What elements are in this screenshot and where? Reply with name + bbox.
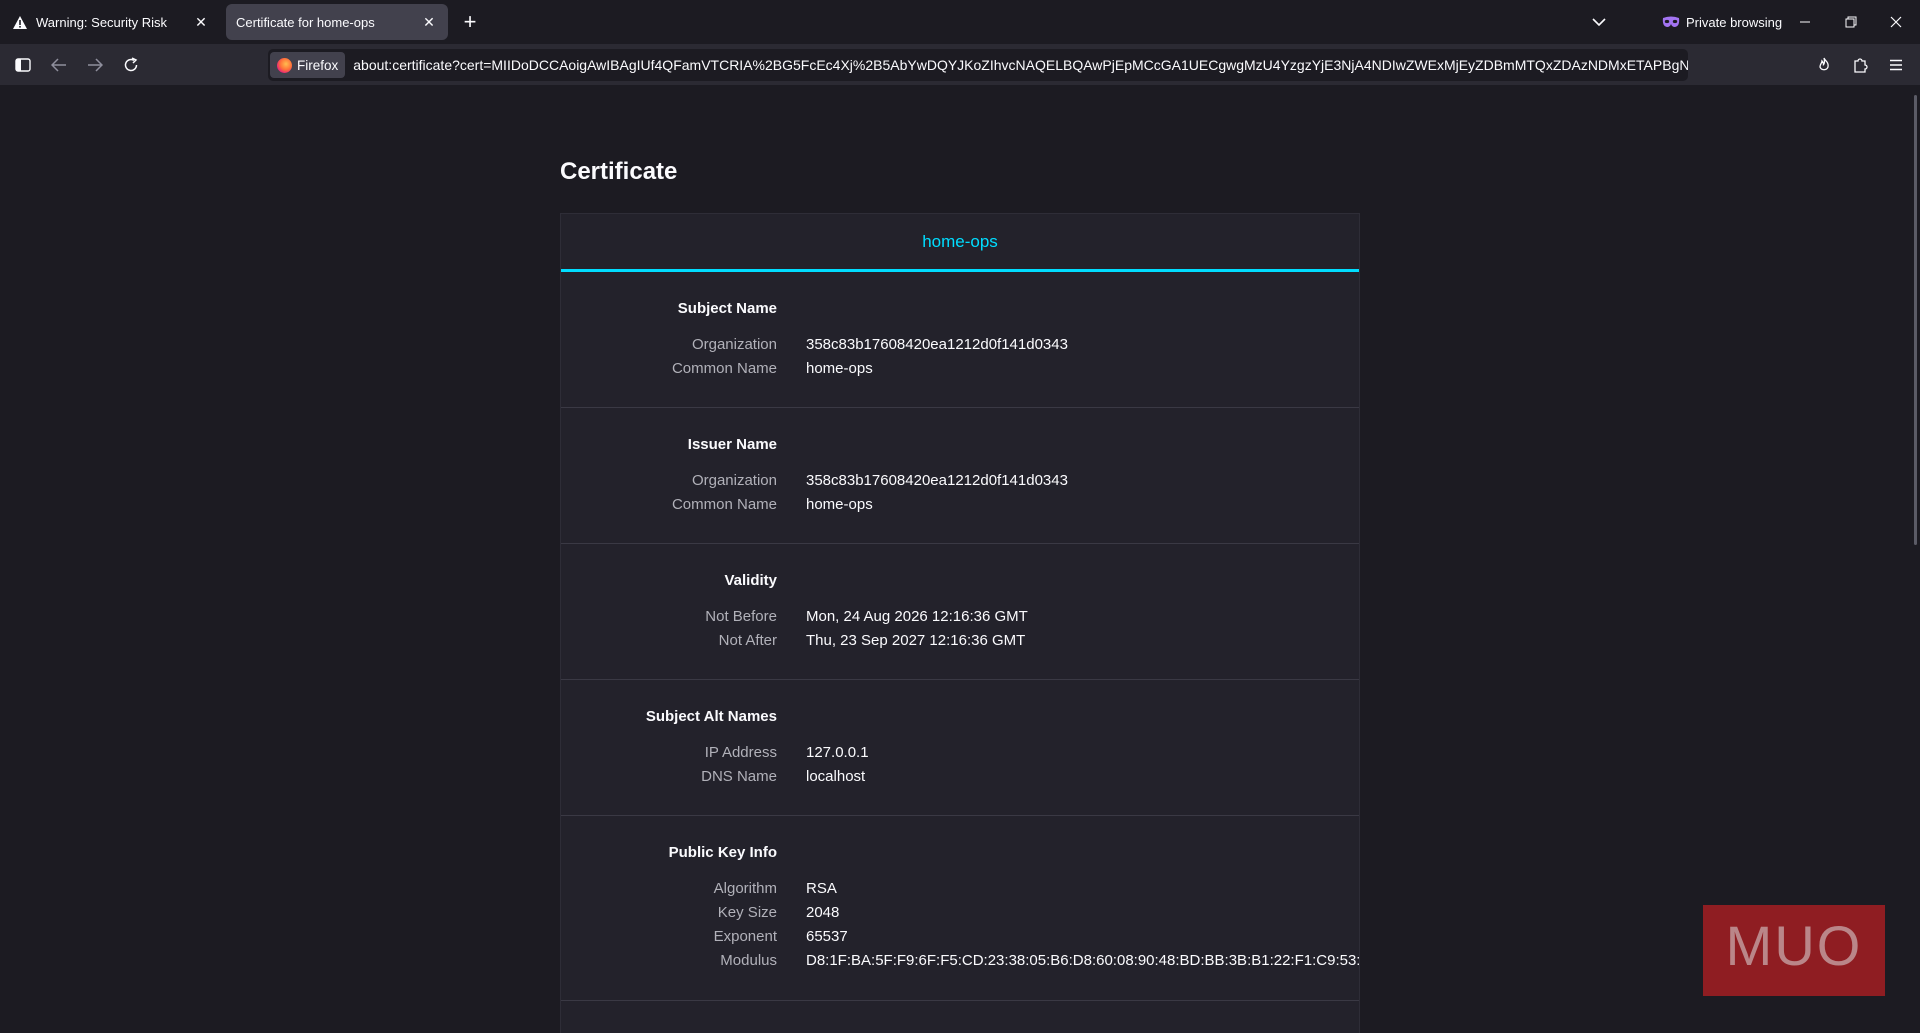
app-menu-button[interactable]	[1881, 50, 1911, 80]
back-arrow-icon	[51, 58, 66, 72]
forward-arrow-icon	[88, 58, 103, 72]
info-row: DNS Name localhost	[561, 768, 1359, 792]
row-key: Organization	[691, 472, 777, 489]
identity-box[interactable]: Firefox	[270, 52, 346, 78]
row-value: D8:1F:BA:5F:F9:6F:F5:CD:23:38:05:B6:D8:6…	[806, 952, 1360, 969]
info-row: Not After Thu, 23 Sep 2027 12:16:36 GMT	[561, 632, 1359, 656]
row-key: Exponent	[713, 928, 777, 945]
row-value: RSA	[806, 880, 837, 897]
section-subject-alt-names: Subject Alt Names IP Address 127.0.0.1 D…	[561, 680, 1359, 816]
certificate-card: home-ops Subject Name Organization 358c8…	[560, 213, 1360, 1033]
info-row: Key Size 2048	[561, 904, 1359, 928]
info-row: Algorithm RSA	[561, 880, 1359, 904]
info-row: Not Before Mon, 24 Aug 2026 12:16:36 GMT	[561, 608, 1359, 632]
row-value: 358c83b17608420ea1212d0f141d0343	[806, 472, 1068, 489]
section-title: Issuer Name	[687, 436, 777, 453]
forward-button[interactable]	[80, 50, 110, 80]
info-row: Modulus D8:1F:BA:5F:F9:6F:F5:CD:23:38:05…	[561, 952, 1360, 976]
flame-icon	[1819, 57, 1829, 71]
url-bar[interactable]: Firefox about:certificate?cert=MIIDoDCCA…	[268, 49, 1688, 81]
sidebar-icon	[15, 58, 31, 72]
page-scrollbar[interactable]	[1914, 95, 1917, 545]
info-row: Organization 358c83b17608420ea1212d0f141…	[561, 336, 1359, 360]
new-tab-button[interactable]: +	[458, 9, 482, 34]
page-title: Certificate	[560, 158, 678, 185]
minimize-icon	[1800, 21, 1810, 23]
row-key: Organization	[691, 336, 777, 353]
row-key: Not Before	[705, 608, 777, 625]
minimize-button[interactable]	[1791, 8, 1819, 36]
info-row: Common Name home-ops	[561, 496, 1359, 520]
row-key: IP Address	[704, 744, 777, 761]
row-key: Not After	[718, 632, 777, 649]
close-window-button[interactable]	[1882, 8, 1910, 36]
tab-label: Certificate for home-ops	[236, 14, 375, 30]
row-value: 2048	[806, 904, 840, 921]
reload-icon	[124, 57, 138, 72]
info-row: Common Name home-ops	[561, 360, 1359, 384]
private-browsing-indicator: Private browsing	[1662, 12, 1782, 32]
close-tab-icon[interactable]: ✕	[192, 13, 210, 31]
navigation-toolbar: Firefox about:certificate?cert=MIIDoDCCA…	[0, 44, 1920, 85]
restore-button[interactable]	[1837, 8, 1865, 36]
warning-icon	[12, 14, 28, 30]
info-row: IP Address 127.0.0.1	[561, 744, 1359, 768]
watermark-text: MUO	[1725, 914, 1863, 977]
restore-icon	[1845, 16, 1857, 28]
close-icon	[1890, 16, 1902, 28]
url-text[interactable]: about:certificate?cert=MIIDoDCCAoigAwIBA…	[353, 57, 1688, 73]
section-title: Validity	[724, 572, 777, 589]
row-value: localhost	[806, 768, 866, 785]
back-button[interactable]	[44, 50, 74, 80]
row-key: Common Name	[671, 496, 777, 513]
section-subject-name: Subject Name Organization 358c83b1760842…	[561, 272, 1359, 408]
row-value: 127.0.0.1	[806, 744, 869, 761]
certificate-tab-home-ops[interactable]: home-ops	[561, 214, 1359, 272]
section-validity: Validity Not Before Mon, 24 Aug 2026 12:…	[561, 544, 1359, 680]
tab-bar: Warning: Security Risk ✕ Certificate for…	[0, 0, 1920, 44]
sidebar-toggle-button[interactable]	[8, 50, 38, 80]
private-mask-icon	[1662, 16, 1680, 27]
puzzle-icon	[1854, 58, 1868, 73]
row-key: Modulus	[720, 952, 777, 969]
row-key: Algorithm	[713, 880, 777, 897]
row-value: home-ops	[806, 496, 873, 513]
watermark-logo: MUO	[1703, 905, 1885, 996]
section-title: Public Key Info	[668, 844, 777, 861]
extensions-button[interactable]	[1845, 50, 1875, 80]
chevron-down-icon	[1592, 18, 1606, 26]
tab-label: Warning: Security Risk	[36, 14, 167, 30]
row-key: DNS Name	[701, 768, 777, 785]
row-value: home-ops	[806, 360, 873, 377]
row-value: 358c83b17608420ea1212d0f141d0343	[806, 336, 1068, 353]
close-tab-icon[interactable]: ✕	[420, 13, 438, 31]
row-value: 65537	[806, 928, 848, 945]
firefox-view-button[interactable]	[1809, 50, 1839, 80]
row-key: Common Name	[671, 360, 777, 377]
row-value: Mon, 24 Aug 2026 12:16:36 GMT	[806, 608, 1028, 625]
section-issuer-name: Issuer Name Organization 358c83b17608420…	[561, 408, 1359, 544]
identity-label: Firefox	[297, 57, 339, 73]
reload-button[interactable]	[116, 50, 146, 80]
hamburger-menu-icon	[1890, 59, 1902, 71]
section-title: Subject Alt Names	[645, 708, 777, 725]
firefox-logo-icon	[277, 57, 292, 73]
tab-warning-security-risk[interactable]: Warning: Security Risk ✕	[2, 4, 220, 40]
row-value: Thu, 23 Sep 2027 12:16:36 GMT	[806, 632, 1026, 649]
section-public-key-info: Public Key Info Algorithm RSA Key Size 2…	[561, 816, 1359, 1001]
row-key: Key Size	[717, 904, 777, 921]
private-browsing-label: Private browsing	[1686, 14, 1783, 30]
info-row: Organization 358c83b17608420ea1212d0f141…	[561, 472, 1359, 496]
info-row: Exponent 65537	[561, 928, 1359, 952]
section-title: Subject Name	[677, 300, 777, 317]
tab-certificate[interactable]: Certificate for home-ops ✕	[226, 4, 448, 40]
list-all-tabs-button[interactable]	[1587, 10, 1611, 34]
